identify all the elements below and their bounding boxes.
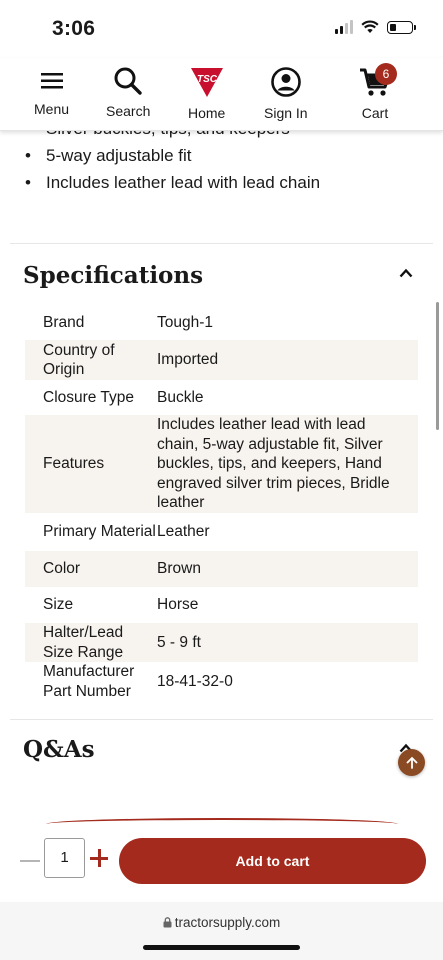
url-display[interactable]: tractorsupply.com bbox=[0, 915, 443, 930]
table-row: Color Brown bbox=[25, 551, 418, 587]
status-time: 3:06 bbox=[52, 17, 96, 40]
home-button[interactable]: TSC Home bbox=[188, 66, 225, 121]
table-row: Closure Type Buckle bbox=[25, 380, 418, 415]
sign-in-label: Sign In bbox=[264, 105, 308, 121]
cart-button[interactable]: 6 Cart bbox=[358, 63, 397, 121]
spec-value: Tough-1 bbox=[157, 313, 214, 331]
search-icon bbox=[114, 67, 142, 95]
specifications-table: Brand Tough-1 Country of Origin Imported… bbox=[25, 305, 418, 701]
specifications-heading[interactable]: Specifications bbox=[23, 262, 203, 289]
divider bbox=[10, 719, 433, 720]
hamburger-icon bbox=[40, 73, 63, 89]
spec-value: 18-41-32-0 bbox=[157, 672, 233, 690]
wifi-icon bbox=[361, 20, 379, 33]
qa-heading[interactable]: Q&As bbox=[23, 736, 95, 763]
signal-icon bbox=[335, 20, 353, 34]
cart-count-badge: 6 bbox=[375, 63, 397, 85]
table-row: Primary Material Leather bbox=[25, 513, 418, 551]
spec-value: Imported bbox=[157, 351, 219, 369]
account-icon bbox=[270, 67, 301, 97]
table-row: Size Horse bbox=[25, 587, 418, 623]
increase-quantity-button[interactable] bbox=[90, 848, 110, 868]
product-content: Silver buckles, tips, and keepers 5-way … bbox=[0, 115, 443, 196]
spec-label: Halter/Lead Size Range bbox=[43, 624, 124, 661]
scrollbar-thumb[interactable] bbox=[436, 302, 439, 430]
scroll-to-top-button[interactable] bbox=[398, 749, 425, 776]
table-row: Halter/Lead Size Range 5 - 9 ft bbox=[25, 623, 418, 662]
table-row: Brand Tough-1 bbox=[25, 305, 418, 340]
tsc-logo-icon: TSC bbox=[190, 68, 223, 97]
menu-label: Menu bbox=[34, 101, 70, 117]
spec-value: Leather bbox=[157, 523, 210, 541]
arrow-up-icon bbox=[406, 756, 417, 769]
spec-label: Country of Origin bbox=[43, 341, 115, 379]
spec-value: Horse bbox=[157, 596, 199, 614]
spec-label: Primary Material bbox=[43, 523, 156, 541]
top-nav: Menu Search TSC Home Sign In 6 Cart bbox=[0, 58, 443, 131]
logo-text: TSC bbox=[197, 74, 218, 85]
search-button[interactable]: Search bbox=[106, 66, 150, 119]
browser-url-bar[interactable]: tractorsupply.com bbox=[0, 902, 443, 960]
table-row: Manufacturer Part Number 18-41-32-0 bbox=[25, 662, 418, 701]
battery-icon bbox=[387, 20, 416, 34]
sign-in-button[interactable]: Sign In bbox=[264, 66, 308, 121]
decrease-quantity-button[interactable] bbox=[20, 860, 40, 862]
add-to-cart-button[interactable]: Add to cart bbox=[119, 838, 426, 884]
home-indicator[interactable] bbox=[143, 945, 300, 950]
quantity-input[interactable]: 1 bbox=[44, 838, 85, 878]
feature-item: Includes leather lead with lead chain bbox=[25, 169, 443, 196]
add-to-cart-bar: 1 Add to cart bbox=[0, 826, 443, 902]
table-row: Country of Origin Imported bbox=[25, 340, 418, 380]
spec-value: Brown bbox=[157, 560, 201, 578]
divider bbox=[10, 243, 433, 244]
spec-label: Size bbox=[43, 596, 74, 614]
spec-value: 5 - 9 ft bbox=[157, 633, 201, 651]
cart-label: Cart bbox=[361, 105, 389, 121]
spec-value: Buckle bbox=[157, 388, 204, 406]
lock-icon bbox=[163, 917, 172, 928]
table-row: Features Includes leather lead with lead… bbox=[25, 415, 418, 513]
spec-value: Includes leather lead with lead chain, 5… bbox=[157, 416, 390, 512]
status-icons bbox=[335, 20, 416, 34]
url-text: tractorsupply.com bbox=[174, 915, 281, 930]
spec-label: Closure Type bbox=[43, 388, 135, 406]
menu-button[interactable]: Menu bbox=[34, 66, 69, 117]
search-label: Search bbox=[106, 103, 151, 119]
spec-label: Manufacturer Part Number bbox=[43, 663, 135, 700]
spec-label: Features bbox=[43, 455, 105, 473]
feature-item: 5-way adjustable fit bbox=[25, 142, 443, 169]
spec-label: Color bbox=[43, 560, 81, 578]
spec-label: Brand bbox=[43, 313, 85, 331]
chevron-up-icon[interactable] bbox=[399, 268, 413, 278]
home-label: Home bbox=[188, 105, 226, 121]
status-bar: 3:06 bbox=[0, 0, 443, 58]
